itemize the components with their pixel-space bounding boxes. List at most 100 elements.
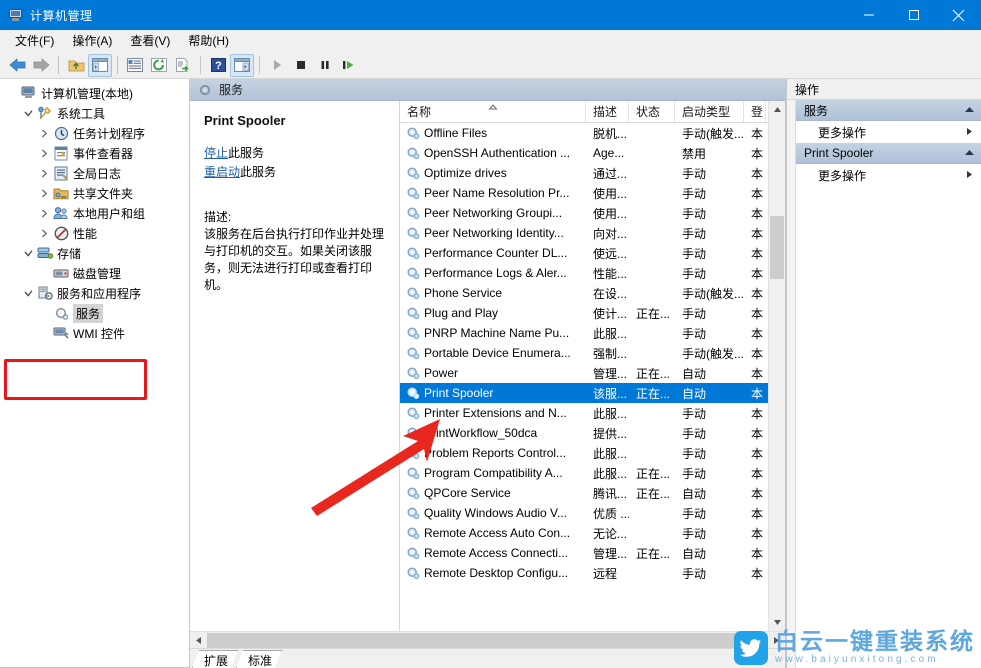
table-row[interactable]: Quality Windows Audio V...优质 ...手动本 (400, 503, 785, 523)
hscroll-thumb[interactable] (207, 633, 736, 648)
show-hide-tree-icon[interactable] (88, 54, 112, 77)
table-row[interactable]: Printer Extensions and N...此服...手动本 (400, 403, 785, 423)
tree-item-9[interactable]: 磁盘管理 (0, 263, 189, 283)
table-row-selected[interactable]: Print Spooler该服...正在...自动本 (400, 383, 785, 403)
chevron-down-icon[interactable] (20, 245, 36, 261)
tree-item-label: WMI 控件 (73, 325, 125, 342)
cell-name: Power (400, 366, 586, 380)
tree-item-7[interactable]: 性能 (0, 223, 189, 243)
table-row[interactable]: Peer Networking Identity...向对...手动本 (400, 223, 785, 243)
window-controls (846, 0, 981, 30)
chevron-up-icon[interactable] (964, 148, 975, 158)
table-row[interactable]: Remote Desktop Configu...远程手动本 (400, 563, 785, 583)
table-row[interactable]: Remote Access Auto Con...无论...手动本 (400, 523, 785, 543)
tree-item-12[interactable]: WMI 控件 (0, 323, 189, 343)
actions-services-more-actions[interactable]: 更多操作 (796, 121, 981, 143)
actions-group-print-spooler-header[interactable]: Print Spooler (796, 143, 981, 164)
refresh-icon[interactable] (147, 54, 171, 77)
chevron-right-icon[interactable] (36, 225, 52, 241)
table-row[interactable]: Portable Device Enumera...强制...手动(触发...本 (400, 343, 785, 363)
tree-item-3[interactable]: 事件查看器 (0, 143, 189, 163)
tree-item-1[interactable]: 系统工具 (0, 103, 189, 123)
tree-item-10[interactable]: 服务和应用程序 (0, 283, 189, 303)
service-name-label: Performance Logs & Aler... (424, 266, 567, 280)
table-row[interactable]: Plug and Play使计...正在...手动本 (400, 303, 785, 323)
start-service-icon[interactable] (265, 54, 289, 77)
chevron-down-icon[interactable] (20, 285, 36, 301)
table-row[interactable]: Remote Access Connecti...管理...正在...自动本 (400, 543, 785, 563)
tab-standard[interactable]: 标准 (236, 650, 282, 668)
chevron-right-icon[interactable] (36, 165, 52, 181)
column-header-0[interactable]: 名称 (400, 101, 586, 122)
restart-service-icon[interactable] (337, 54, 361, 77)
tab-extended[interactable]: 扩展 (192, 650, 238, 668)
menu-help[interactable]: 帮助(H) (179, 30, 238, 51)
column-header-2[interactable]: 状态 (629, 101, 675, 122)
scroll-left-icon[interactable] (190, 632, 207, 649)
table-row[interactable]: Performance Counter DL...使远...手动本 (400, 243, 785, 263)
menu-view[interactable]: 查看(V) (121, 30, 179, 51)
chevron-right-icon[interactable] (36, 125, 52, 141)
properties-icon[interactable] (123, 54, 147, 77)
title-bar: 计算机管理 (0, 0, 981, 30)
actions-print-spooler-more-actions[interactable]: 更多操作 (796, 164, 981, 186)
chevron-right-icon[interactable] (36, 185, 52, 201)
back-icon[interactable] (5, 54, 29, 77)
table-row[interactable]: QPCore Service腾讯...正在...自动本 (400, 483, 785, 503)
scroll-up-icon[interactable] (769, 101, 785, 118)
menu-file[interactable]: 文件(F) (6, 30, 63, 51)
column-header-1[interactable]: 描述 (586, 101, 629, 122)
computer-management-window: 计算机管理 文件(F) 操作(A) 查看(V) 帮助(H) (0, 0, 981, 668)
table-row[interactable]: PrintWorkflow_50dca提供...手动本 (400, 423, 785, 443)
table-row[interactable]: Power管理...正在...自动本 (400, 363, 785, 383)
maximize-button[interactable] (891, 0, 936, 30)
hscroll-track[interactable] (207, 632, 768, 649)
pause-service-icon[interactable] (313, 54, 337, 77)
export-list-icon[interactable] (171, 54, 195, 77)
table-row[interactable]: Problem Reports Control...此服...手动本 (400, 443, 785, 463)
stop-service-link[interactable]: 停止 (204, 146, 228, 160)
tree-item-4[interactable]: 全局日志 (0, 163, 189, 183)
list-horizontal-scrollbar[interactable] (190, 631, 785, 648)
column-header-3[interactable]: 启动类型 (675, 101, 744, 122)
stop-service-icon[interactable] (289, 54, 313, 77)
table-row[interactable]: Performance Logs & Aler...性能...手动本 (400, 263, 785, 283)
chevron-right-icon[interactable] (966, 170, 973, 181)
tree-item-8[interactable]: 存储 (0, 243, 189, 263)
table-row[interactable]: Peer Name Resolution Pr...使用...手动本 (400, 183, 785, 203)
actions-group-services-header[interactable]: 服务 (796, 100, 981, 121)
up-folder-icon[interactable] (64, 54, 88, 77)
chevron-right-icon[interactable] (36, 145, 52, 161)
service-gear-icon (406, 186, 420, 200)
chevron-up-icon[interactable] (964, 105, 975, 115)
cell-startup-type: 手动 (675, 165, 744, 182)
column-header-4[interactable]: 登 (744, 101, 766, 122)
tree-item-label: 服务和应用程序 (57, 285, 141, 302)
tree-item-2[interactable]: 任务计划程序 (0, 123, 189, 143)
forward-icon[interactable] (29, 54, 53, 77)
table-row[interactable]: Program Compatibility A...此服...正在...手动本 (400, 463, 785, 483)
tree-item-6[interactable]: 本地用户和组 (0, 203, 189, 223)
tree-item-5[interactable]: 共享文件夹 (0, 183, 189, 203)
table-row[interactable]: Phone Service在设...手动(触发...本 (400, 283, 785, 303)
table-row[interactable]: Offline Files脱机...手动(触发...本 (400, 123, 785, 143)
tree-item-0[interactable]: 计算机管理(本地) (0, 83, 189, 103)
close-button[interactable] (936, 0, 981, 30)
chevron-down-icon[interactable] (20, 105, 36, 121)
menu-action[interactable]: 操作(A) (63, 30, 121, 51)
help-icon[interactable]: ? (206, 54, 230, 77)
table-row[interactable]: PNRP Machine Name Pu...此服...手动本 (400, 323, 785, 343)
cell-name: QPCore Service (400, 486, 586, 500)
table-row[interactable]: Optimize drives通过...手动本 (400, 163, 785, 183)
show-action-pane-icon[interactable] (230, 54, 254, 77)
tree-item-11[interactable]: 服务 (0, 303, 189, 323)
cell-status: 正在... (629, 545, 675, 562)
list-vertical-scrollbar[interactable] (768, 101, 785, 631)
scroll-thumb[interactable] (770, 216, 784, 279)
minimize-button[interactable] (846, 0, 891, 30)
table-row[interactable]: OpenSSH Authentication ...Age...禁用本 (400, 143, 785, 163)
table-row[interactable]: Peer Networking Groupi...使用...手动本 (400, 203, 785, 223)
chevron-right-icon[interactable] (966, 127, 973, 138)
chevron-right-icon[interactable] (36, 205, 52, 221)
restart-service-link[interactable]: 重启动 (204, 165, 240, 179)
